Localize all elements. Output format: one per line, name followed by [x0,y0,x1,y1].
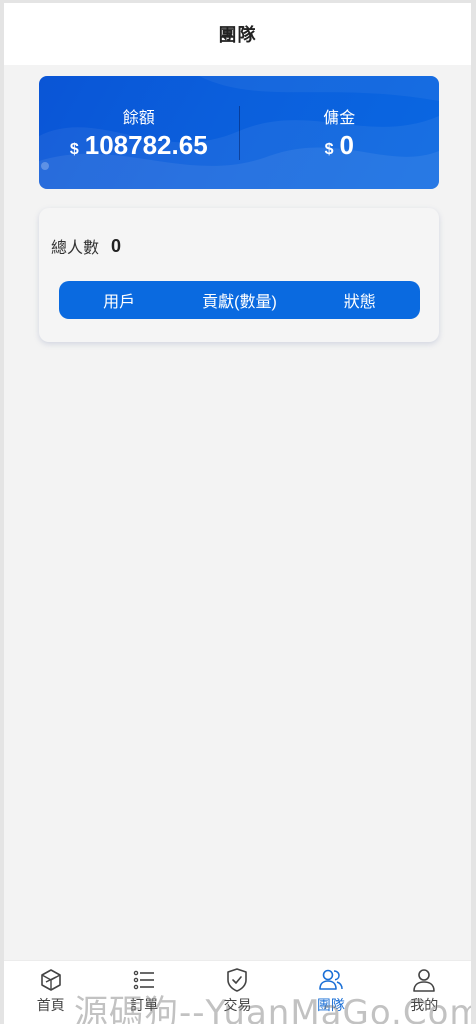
commission-value-row: $ 0 [325,130,354,161]
commission-amount: 0 [339,130,354,160]
tab-team[interactable]: 團隊 [284,961,377,1015]
balance-currency: $ [69,141,79,158]
shield-check-icon [227,968,248,992]
tab-trade[interactable]: 交易 [191,961,284,1015]
column-header-user: 用戶 [103,294,136,311]
list-icon [133,970,155,990]
home-cube-icon [40,969,61,991]
user-icon [413,969,436,992]
commission-label: 傭金 [323,110,356,127]
tab-team-label: 團隊 [316,997,345,1013]
column-header-contribution: 貢獻(數量) [202,294,277,311]
balance-card: 餘額 $ 108782.65 傭金 $ 0 [39,76,439,189]
page-title: 團隊 [218,25,257,45]
tab-home[interactable]: 首頁 [4,961,97,1015]
tab-home-label: 首頁 [36,997,65,1013]
bottom-tab-bar: 首頁 訂單 交易 團隊 我的 [4,960,471,1024]
tab-orders[interactable]: 訂單 [97,961,190,1015]
balance-label: 餘額 [122,110,155,127]
commission-block: 傭金 $ 0 [240,76,440,189]
total-members-value: 0 [111,235,122,256]
team-card: 總人數 0 用戶 貢獻(數量) 狀態 [39,208,439,342]
commission-currency: $ [324,141,334,158]
tab-profile[interactable]: 我的 [378,961,471,1015]
tab-orders-label: 訂單 [130,997,159,1013]
column-header-status: 狀態 [343,294,376,311]
team-table-header: 用戶 貢獻(數量) 狀態 [59,281,420,319]
tab-trade-label: 交易 [223,997,252,1013]
total-members-label: 總人數 [51,240,100,257]
tab-profile-label: 我的 [410,997,439,1013]
team-icon [319,969,343,990]
total-members-row: 總人數 0 [51,234,121,258]
balance-value-row: $ 108782.65 [70,130,208,161]
page-header: 團隊 [4,3,471,65]
balance-block: 餘額 $ 108782.65 [39,76,239,189]
app-frame: 團隊 餘額 $ 108782.65 傭金 $ 0 總人數 0 用戶 貢獻(數量)… [4,3,471,1024]
balance-amount: 108782.65 [84,130,208,160]
